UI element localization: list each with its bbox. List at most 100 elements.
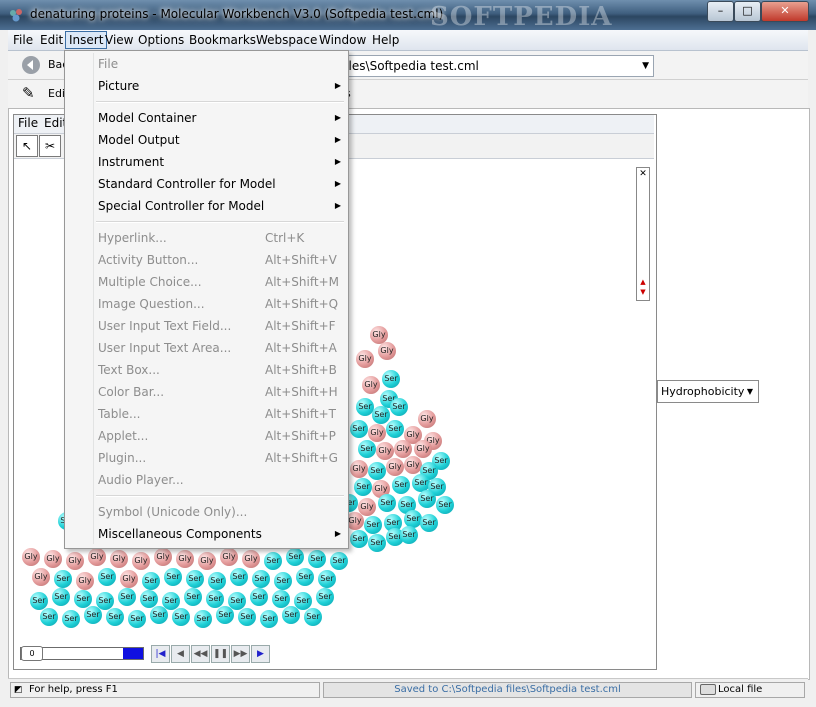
menu-item-label: Instrument	[98, 155, 165, 169]
model-menu-file[interactable]: File	[18, 116, 38, 130]
gly-atom: Gly	[394, 440, 412, 458]
ser-atom: Ser	[318, 570, 336, 588]
rewind-icon[interactable]: ◀◀	[191, 645, 210, 663]
gly-atom: Gly	[176, 550, 194, 568]
insert-menu-item[interactable]: User Input Text Field... Alt+Shift+F	[66, 315, 345, 337]
ser-atom: Ser	[216, 606, 234, 624]
insert-menu-item[interactable]: Plugin... Alt+Shift+G	[66, 447, 345, 469]
step-back-icon[interactable]: ◀	[171, 645, 190, 663]
first-frame-icon[interactable]: |◀	[151, 645, 170, 663]
fast-forward-icon[interactable]: ▶▶	[231, 645, 250, 663]
ser-atom: Ser	[106, 608, 124, 626]
menu-item-label: Image Question...	[98, 297, 205, 311]
close-button[interactable]: ✕	[761, 1, 809, 22]
scroll-up-icon[interactable]: ▲	[638, 278, 648, 287]
insert-menu-item[interactable]: Color Bar... Alt+Shift+H	[66, 381, 345, 403]
menu-item-shortcut: Alt+Shift+T	[265, 407, 336, 421]
disk-icon	[700, 684, 716, 695]
gly-atom: Gly	[120, 570, 138, 588]
menu-window[interactable]: Window	[316, 32, 369, 48]
insert-menu-item[interactable]: Multiple Choice... Alt+Shift+M	[66, 271, 345, 293]
submenu-arrow-icon: ▶	[334, 157, 341, 166]
gly-atom: Gly	[66, 552, 84, 570]
insert-menu-item[interactable]: User Input Text Area... Alt+Shift+A	[66, 337, 345, 359]
insert-menu-item[interactable]: Special Controller for Model ▶	[66, 195, 345, 217]
menu-item-label: Audio Player...	[98, 473, 184, 487]
insert-menu-item[interactable]: Applet... Alt+Shift+P	[66, 425, 345, 447]
menu-bar: File Edit Insert View Options Bookmarks …	[8, 30, 808, 51]
ser-atom: Ser	[274, 572, 292, 590]
frame-slider[interactable]: 0	[20, 646, 144, 661]
menu-item-label: Model Output	[98, 133, 180, 147]
slider-thumb[interactable]: 0	[21, 646, 43, 661]
menu-item-shortcut: Alt+Shift+V	[265, 253, 337, 267]
menu-options[interactable]: Options	[135, 32, 187, 48]
insert-menu-item[interactable]: Image Question... Alt+Shift+Q	[66, 293, 345, 315]
ser-atom: Ser	[184, 588, 202, 606]
menu-edit[interactable]: Edit	[37, 32, 66, 48]
ser-atom: Ser	[150, 606, 168, 624]
insert-menu-item[interactable]: File	[66, 53, 345, 75]
menu-item-label: Applet...	[98, 429, 149, 443]
status-location-text: Local file	[718, 684, 763, 695]
cut-icon[interactable]: ✂	[39, 135, 61, 157]
window-title: denaturing proteins - Molecular Workbenc…	[30, 7, 444, 21]
chevron-down-icon[interactable]: ▼	[632, 56, 649, 76]
ser-atom: Ser	[142, 572, 160, 590]
select-arrow-icon[interactable]: ↖	[16, 135, 38, 157]
menu-file[interactable]: File	[10, 32, 36, 48]
insert-menu-item[interactable]: Instrument ▶	[66, 151, 345, 173]
status-saved: Saved to C:\Softpedia files\Softpedia te…	[323, 682, 692, 698]
menu-item-label: Color Bar...	[98, 385, 165, 399]
app-icon	[10, 9, 22, 22]
insert-menu-item[interactable]: Hyperlink... Ctrl+K	[66, 227, 345, 249]
insert-menu-item[interactable]: Standard Controller for Model ▶	[66, 173, 345, 195]
close-icon[interactable]: ✕	[638, 169, 648, 179]
edit-pencil-icon[interactable]: ✎	[22, 84, 44, 104]
gly-atom: Gly	[88, 548, 106, 566]
insert-menu-item[interactable]: Model Output ▶	[66, 129, 345, 151]
menu-help[interactable]: Help	[369, 32, 402, 48]
ser-atom: Ser	[392, 476, 410, 494]
address-field[interactable]: files\Softpedia test.cml ▼	[330, 55, 654, 77]
insert-menu-item[interactable]: Activity Button... Alt+Shift+V	[66, 249, 345, 271]
back-arrow-icon	[22, 56, 40, 74]
menu-webspace[interactable]: Webspace	[253, 32, 320, 48]
model-scrollbar[interactable]: ✕ ▲ ▼	[636, 167, 650, 301]
insert-menu-item[interactable]: Table... Alt+Shift+T	[66, 403, 345, 425]
insert-menu-item[interactable]: Audio Player...	[66, 469, 345, 491]
menu-view[interactable]: View	[102, 32, 136, 48]
pause-icon[interactable]: ❚❚	[211, 645, 230, 663]
menu-bookmarks[interactable]: Bookmarks	[186, 32, 259, 48]
insert-menu-item[interactable]: Picture ▶	[66, 75, 345, 97]
back-button[interactable]	[20, 55, 42, 75]
scroll-down-icon[interactable]: ▼	[638, 288, 648, 297]
ser-atom: Ser	[316, 588, 334, 606]
ser-atom: Ser	[62, 610, 80, 628]
submenu-arrow-icon: ▶	[334, 113, 341, 122]
play-icon[interactable]: ▶	[251, 645, 270, 663]
menu-item-shortcut: Ctrl+K	[265, 231, 305, 245]
gly-atom: Gly	[414, 440, 432, 458]
ser-atom: Ser	[252, 570, 270, 588]
property-select[interactable]: Hydrophobicity ▼	[657, 380, 759, 403]
insert-menu-item[interactable]: Model Container ▶	[66, 107, 345, 129]
gly-atom: Gly	[44, 550, 62, 568]
gly-atom: Gly	[376, 442, 394, 460]
ser-atom: Ser	[368, 534, 386, 552]
insert-menu-item[interactable]: Miscellaneous Components ▶	[66, 523, 345, 545]
minimize-button[interactable]: –	[707, 1, 734, 22]
ser-atom: Ser	[382, 370, 400, 388]
menu-item-label: Hyperlink...	[98, 231, 167, 245]
menu-item-label: User Input Text Area...	[98, 341, 232, 355]
ser-atom: Ser	[128, 610, 146, 628]
menu-separator	[96, 221, 344, 223]
ser-atom: Ser	[282, 606, 300, 624]
menu-item-label: Model Container	[98, 111, 197, 125]
insert-menu-item[interactable]: Symbol (Unicode Only)...	[66, 501, 345, 523]
ser-atom: Ser	[250, 588, 268, 606]
ser-atom: Ser	[308, 550, 326, 568]
ser-atom: Ser	[272, 590, 290, 608]
maximize-button[interactable]: □	[734, 1, 761, 22]
insert-menu-item[interactable]: Text Box... Alt+Shift+B	[66, 359, 345, 381]
